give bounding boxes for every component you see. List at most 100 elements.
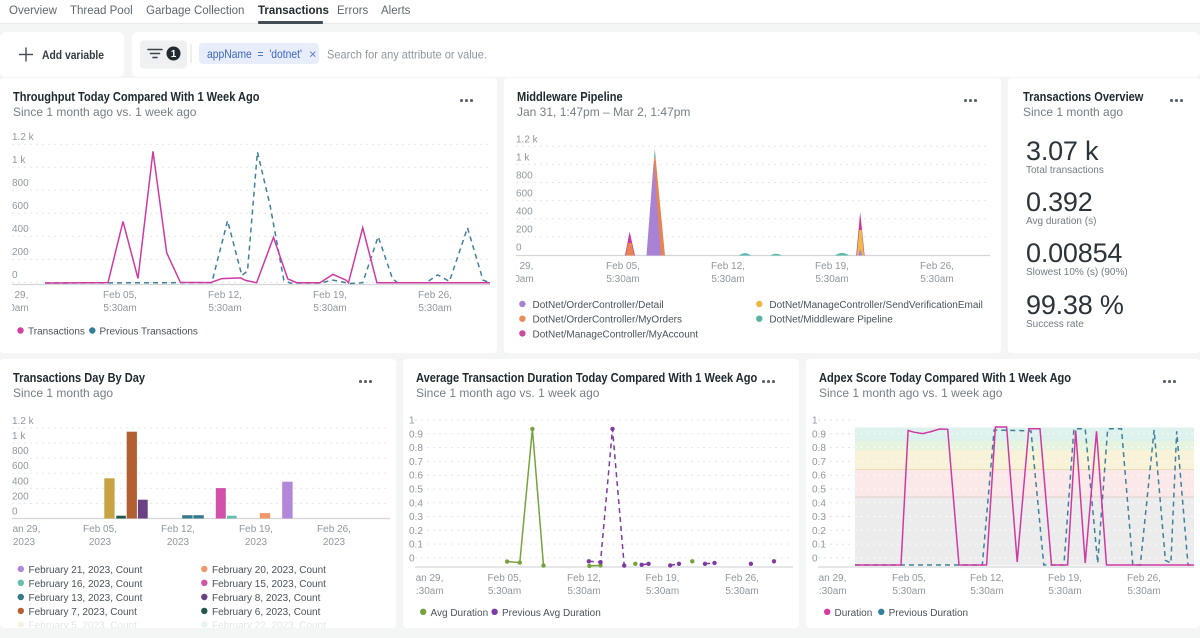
svg-text:0.3: 0.3	[812, 512, 826, 523]
svg-text:Feb 05,: Feb 05,	[83, 524, 117, 535]
svg-text:Feb 05,: Feb 05,	[606, 261, 640, 272]
svg-text:5:30am: 5:30am	[488, 586, 521, 597]
svg-text:Jan 29,: Jan 29,	[8, 524, 41, 535]
svg-text:400: 400	[12, 476, 29, 487]
svg-text:1: 1	[409, 416, 415, 427]
svg-text:Feb 19,: Feb 19,	[239, 524, 273, 535]
svg-text:Feb 19,: Feb 19,	[646, 573, 680, 584]
svg-text:400: 400	[516, 207, 533, 218]
svg-text:0.8: 0.8	[812, 443, 826, 454]
svg-text:5:30am: 5:30am	[1127, 586, 1160, 597]
svg-text:0.7: 0.7	[409, 457, 423, 468]
svg-text:February 7, 2023, Count: February 7, 2023, Count	[29, 607, 138, 618]
svg-text:DotNet/OrderController/Detail: DotNet/OrderController/Detail	[533, 300, 664, 311]
svg-text:Feb 26,: Feb 26,	[317, 524, 351, 535]
svg-text:0.5: 0.5	[812, 485, 826, 496]
svg-text:Feb 26,: Feb 26,	[1127, 573, 1161, 584]
svg-text:0.2: 0.2	[812, 526, 826, 537]
svg-text:5:30am: 5:30am	[646, 586, 679, 597]
svg-text:2023: 2023	[245, 537, 268, 548]
svg-text:1: 1	[812, 416, 818, 427]
svg-text:0: 0	[812, 553, 818, 564]
svg-text:2023: 2023	[167, 537, 190, 548]
svg-text:0.3: 0.3	[409, 512, 423, 523]
svg-text:800: 800	[12, 178, 29, 189]
svg-text:0.9: 0.9	[812, 429, 826, 440]
svg-text:200: 200	[516, 225, 533, 236]
svg-text:Feb 26,: Feb 26,	[920, 261, 954, 272]
svg-text:Avg Duration: Avg Duration	[431, 608, 489, 619]
svg-text:0.8: 0.8	[409, 443, 423, 454]
svg-text:0: 0	[409, 553, 415, 564]
svg-text:0.4: 0.4	[812, 498, 826, 509]
svg-text:Previous Avg Duration: Previous Avg Duration	[502, 608, 601, 619]
svg-text:February 15, 2023, Count: February 15, 2023, Count	[212, 579, 326, 590]
svg-text:5:30am: 5:30am	[103, 303, 136, 314]
svg-text:February 8, 2023, Count: February 8, 2023, Count	[212, 593, 321, 604]
svg-text:200: 200	[12, 491, 29, 502]
svg-text:0.6: 0.6	[812, 471, 826, 482]
svg-text:5:30am: 5:30am	[920, 274, 953, 285]
svg-text:5:30am: 5:30am	[208, 303, 241, 314]
svg-text:0.7: 0.7	[812, 457, 826, 468]
svg-text:1 k: 1 k	[12, 431, 26, 442]
svg-text:800: 800	[12, 446, 29, 457]
svg-text:5:30am: 5:30am	[0, 303, 29, 314]
svg-text:February 20, 2023, Count: February 20, 2023, Count	[212, 565, 326, 576]
svg-text:Feb 26,: Feb 26,	[418, 290, 452, 301]
svg-text:Transactions: Transactions	[28, 327, 85, 338]
svg-text:Previous Transactions: Previous Transactions	[100, 327, 198, 338]
svg-text:DotNet/OrderController/MyOrder: DotNet/OrderController/MyOrders	[533, 315, 682, 326]
svg-text:5:30am: 5:30am	[892, 586, 925, 597]
svg-text:Feb 12,: Feb 12,	[711, 261, 745, 272]
svg-text:DotNet/Middleware Pipeline: DotNet/Middleware Pipeline	[769, 315, 893, 326]
svg-text:Jan 29,: Jan 29,	[0, 290, 28, 301]
svg-text:5:30am: 5:30am	[567, 586, 600, 597]
svg-text:×: ×	[309, 47, 317, 62]
svg-text:0.2: 0.2	[409, 526, 423, 537]
svg-text:Feb 19,: Feb 19,	[313, 290, 347, 301]
svg-text:Search for any attribute or va: Search for any attribute or value.	[327, 48, 487, 62]
svg-text:5:30am: 5:30am	[815, 274, 848, 285]
svg-text:Feb 05,: Feb 05,	[103, 290, 137, 301]
svg-text:1.2 k: 1.2 k	[12, 416, 35, 427]
svg-text:1 k: 1 k	[516, 153, 530, 164]
svg-text:2023: 2023	[89, 537, 112, 548]
svg-text:2023: 2023	[13, 537, 36, 548]
svg-text:February 5, 2023, Count: February 5, 2023, Count	[29, 620, 138, 628]
svg-text:5:30am: 5:30am	[970, 586, 1003, 597]
svg-text:5:30am: 5:30am	[418, 303, 451, 314]
svg-text:February 16, 2023, Count: February 16, 2023, Count	[29, 579, 143, 590]
svg-text:February 22, 2023, Count: February 22, 2023, Count	[212, 620, 326, 628]
svg-text:Feb 05,: Feb 05,	[892, 573, 926, 584]
svg-text:0.6: 0.6	[409, 471, 423, 482]
svg-text:0.4: 0.4	[409, 498, 423, 509]
svg-text:Jan 29,: Jan 29,	[504, 261, 533, 272]
svg-text:0: 0	[12, 270, 18, 281]
svg-text:Feb 26,: Feb 26,	[725, 573, 759, 584]
svg-text:DotNet/ManageController/MyAcco: DotNet/ManageController/MyAccount	[533, 329, 699, 340]
svg-text:5:30am: 5:30am	[313, 303, 346, 314]
svg-text:600: 600	[516, 189, 533, 200]
svg-text:5:30am: 5:30am	[410, 586, 443, 597]
svg-text:Add variable: Add variable	[42, 48, 104, 62]
svg-text:Feb 12,: Feb 12,	[970, 573, 1004, 584]
svg-text:Jan 29,: Jan 29,	[814, 573, 847, 584]
svg-text:0: 0	[12, 507, 18, 518]
svg-text:1 k: 1 k	[12, 155, 26, 166]
svg-text:400: 400	[12, 224, 29, 235]
svg-text:2023: 2023	[323, 537, 346, 548]
svg-text:Previous Duration: Previous Duration	[889, 608, 968, 619]
svg-text:5:30am: 5:30am	[504, 274, 534, 285]
svg-text:800: 800	[516, 171, 533, 182]
svg-text:0: 0	[516, 243, 522, 254]
svg-text:1.2 k: 1.2 k	[12, 132, 35, 143]
svg-text:5:30am: 5:30am	[813, 586, 846, 597]
svg-text:0.5: 0.5	[409, 485, 423, 496]
svg-text:appName = 'dotnet': appName = 'dotnet'	[207, 47, 302, 61]
svg-text:5:30am: 5:30am	[1048, 586, 1081, 597]
svg-text:0.9: 0.9	[409, 429, 423, 440]
svg-text:600: 600	[12, 201, 29, 212]
svg-text:0.1: 0.1	[812, 540, 826, 551]
svg-text:Feb 12,: Feb 12,	[567, 573, 601, 584]
